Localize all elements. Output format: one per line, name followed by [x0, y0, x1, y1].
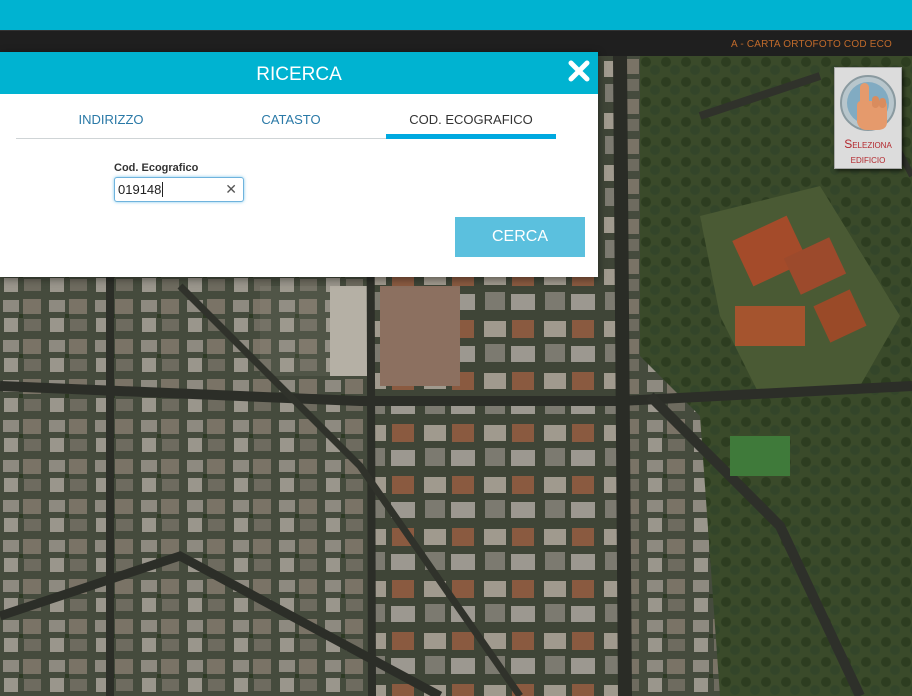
- cod-ecografico-field-box: ✕: [114, 177, 244, 202]
- tab-bar: INDIRIZZO CATASTO COD. ECOGRAFICO: [16, 104, 556, 139]
- tab-indirizzo[interactable]: INDIRIZZO: [16, 104, 206, 138]
- top-bar: [0, 0, 912, 30]
- layer-label: A - CARTA ORTOFOTO COD ECO: [731, 39, 892, 50]
- clear-input-icon[interactable]: ✕: [225, 181, 237, 198]
- tab-catasto[interactable]: CATASTO: [196, 104, 386, 138]
- search-button[interactable]: CERCA: [455, 217, 585, 257]
- search-dialog: RICERCA INDIRIZZO CATASTO COD. ECOGRAFIC…: [0, 52, 598, 277]
- dialog-title: RICERCA: [256, 64, 342, 85]
- active-tab-indicator: [386, 134, 556, 139]
- text-caret: [162, 182, 163, 197]
- cod-ecografico-label: Cod. Ecografico: [114, 162, 199, 174]
- cod-ecografico-input[interactable]: [118, 181, 218, 197]
- tab-cod-ecografico[interactable]: COD. ECOGRAFICO: [386, 104, 556, 138]
- close-icon[interactable]: [566, 58, 592, 84]
- select-building-button[interactable]: Seleziona edificio: [834, 67, 902, 169]
- dialog-header: RICERCA: [0, 52, 598, 94]
- select-building-line2: edificio: [850, 152, 886, 166]
- select-building-line1: Seleziona: [844, 137, 892, 151]
- select-building-label: Seleziona edificio: [835, 137, 901, 167]
- hand-pointer-icon: [835, 70, 901, 136]
